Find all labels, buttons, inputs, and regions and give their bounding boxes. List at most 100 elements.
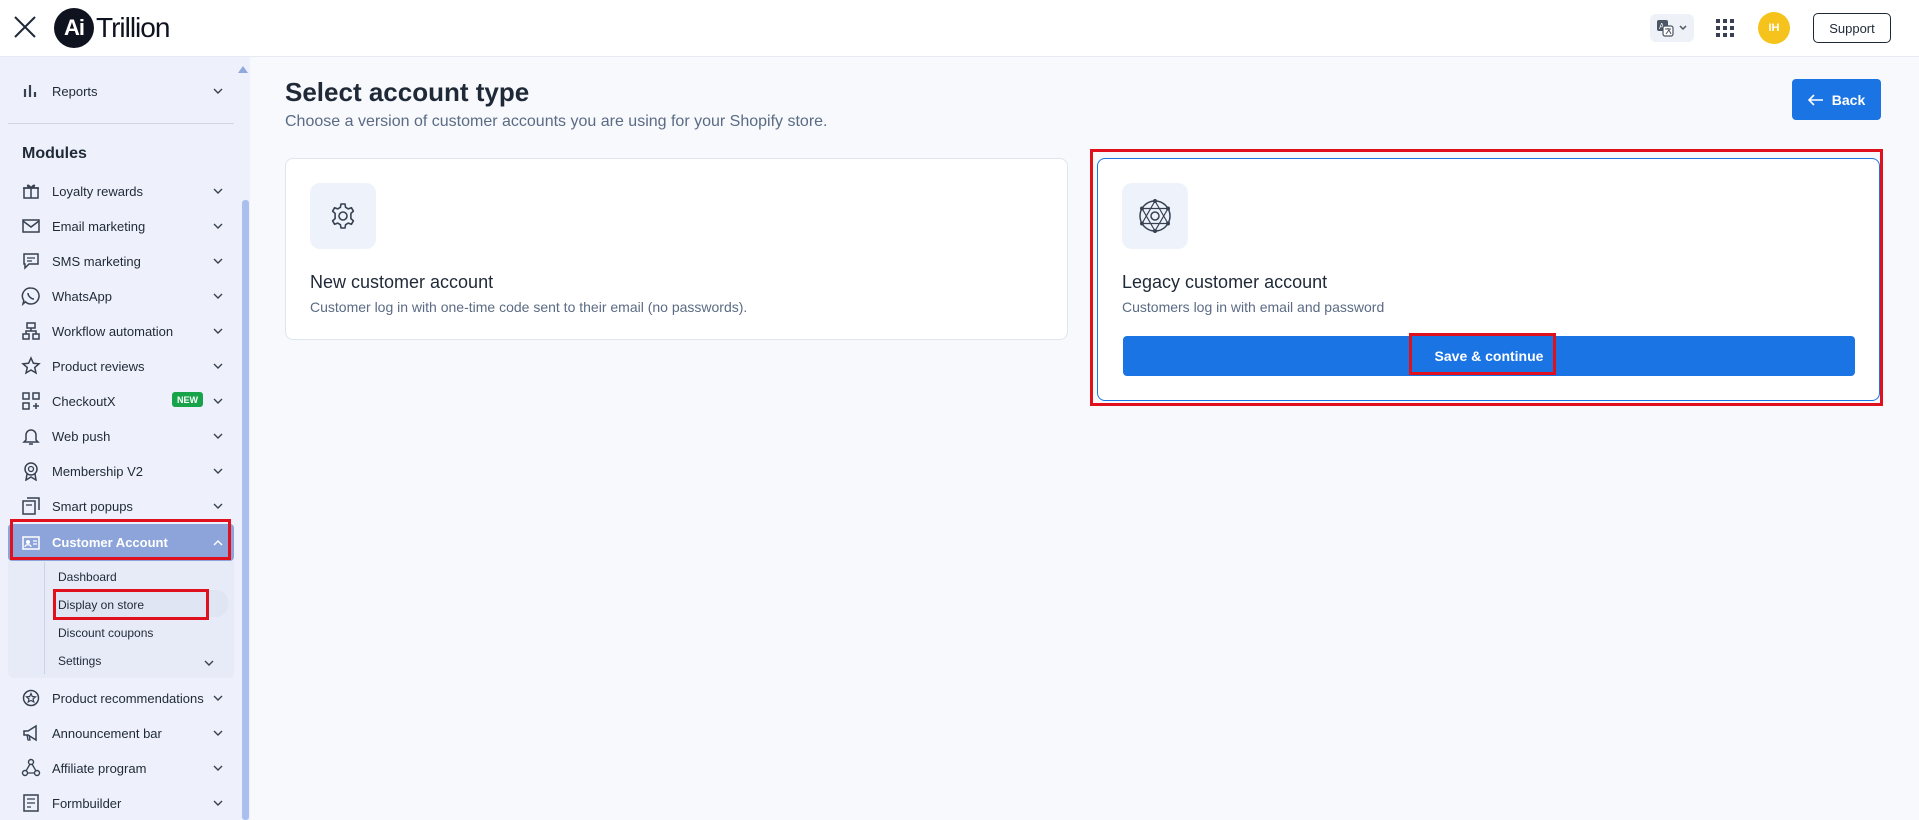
- logo-mark: Ai: [54, 8, 94, 48]
- sidebar-item-label: Web push: [52, 428, 111, 444]
- language-button[interactable]: A: [1650, 14, 1694, 42]
- sidebar-item-customer-account[interactable]: Customer Account: [8, 524, 234, 561]
- sidebar-item-label: Product reviews: [52, 358, 145, 374]
- card-title: Legacy customer account: [1122, 272, 1328, 292]
- app-logo[interactable]: Ai Trillion: [54, 8, 170, 48]
- sidebar-item-label: Email marketing: [52, 218, 146, 234]
- top-header: Ai Trillion A IH Support: [0, 0, 1919, 57]
- chevron-down-icon: [213, 468, 223, 474]
- sidebar-item-label: SMS marketing: [52, 253, 141, 269]
- submenu-item-discount-coupons[interactable]: Discount coupons: [58, 626, 153, 640]
- avatar[interactable]: IH: [1758, 12, 1790, 44]
- new-badge: NEW: [172, 392, 203, 407]
- apps-grid-icon[interactable]: [1714, 17, 1736, 39]
- sidebar-item-label: WhatsApp: [52, 288, 112, 304]
- megaphone-icon: [23, 724, 37, 742]
- sidebar-item-loyalty-rewards[interactable]: Loyalty rewards: [8, 174, 234, 208]
- sidebar-divider: [8, 123, 234, 124]
- medal-icon: [24, 462, 38, 481]
- sidebar-item-reports[interactable]: Reports: [8, 74, 234, 108]
- sidebar-item-formbuilder[interactable]: Formbuilder: [8, 786, 234, 820]
- bell-icon: [22, 429, 40, 445]
- submenu-item-dashboard[interactable]: Dashboard: [58, 570, 117, 584]
- badge-icon: [22, 689, 40, 707]
- sidebar-item-announcement-bar[interactable]: Announcement bar: [8, 716, 234, 750]
- chevron-down-icon: [213, 695, 223, 701]
- star-icon: [21, 356, 41, 375]
- sidebar-item-label: Formbuilder: [52, 795, 122, 811]
- sidebar-item-whatsapp[interactable]: WhatsApp: [8, 279, 234, 313]
- back-button[interactable]: Back: [1792, 79, 1881, 120]
- modules-heading: Modules: [22, 145, 87, 162]
- sidebar-item-sms-marketing[interactable]: SMS marketing: [8, 244, 234, 278]
- sidebar-item-email-marketing[interactable]: Email marketing: [8, 209, 234, 243]
- gift-icon: [23, 184, 39, 199]
- gear-icon: [331, 203, 355, 229]
- sidebar-item-label: Customer Account: [52, 535, 168, 550]
- chevron-down-icon: [213, 363, 223, 369]
- card-title: New customer account: [310, 272, 494, 292]
- sidebar-item-membership-v2[interactable]: Membership V2: [8, 454, 234, 488]
- chevron-down-icon: [213, 223, 223, 229]
- chevron-down-icon: [213, 88, 223, 94]
- sidebar-item-label: Workflow automation: [52, 323, 174, 339]
- workflow-icon: [22, 322, 40, 340]
- new-customer-account-card[interactable]: New customer account Customer log in wit…: [285, 158, 1068, 340]
- chevron-down-icon: [213, 328, 223, 334]
- chevron-down-icon: [213, 188, 223, 194]
- network-icon: [21, 758, 41, 777]
- chat-icon: [23, 253, 39, 270]
- back-button-label: Back: [1831, 91, 1866, 108]
- sidebar-item-label: CheckoutX: [52, 393, 116, 409]
- bar-chart-icon: [23, 85, 37, 97]
- sidebar-item-label: Announcement bar: [52, 725, 162, 741]
- submenu-item-settings[interactable]: Settings: [58, 654, 101, 668]
- sidebar-item-smart-popups[interactable]: Smart popups: [8, 489, 234, 523]
- chevron-down-icon: [1679, 25, 1687, 31]
- chevron-down-icon: [213, 800, 223, 806]
- arrow-left-icon: [1807, 93, 1823, 106]
- sidebar-item-label: Product recommendations: [52, 690, 204, 706]
- support-button[interactable]: Support: [1813, 13, 1891, 43]
- scroll-up-arrow-icon[interactable]: [238, 66, 248, 73]
- chevron-down-icon: [213, 765, 223, 771]
- customer-account-submenu: [8, 561, 234, 678]
- translate-icon: A: [1657, 20, 1674, 37]
- submenu-guide-line: [44, 562, 45, 674]
- card-description: Customers log in with email and password: [1122, 299, 1385, 315]
- chevron-down-icon[interactable]: [203, 657, 215, 669]
- sidebar-item-label: Smart popups: [52, 498, 133, 514]
- id-card-icon: [22, 535, 40, 550]
- network-globe-icon: [1139, 199, 1171, 233]
- card-icon-container: [310, 183, 376, 249]
- card-description: Customer log in with one-time code sent …: [310, 299, 748, 315]
- sidebar-item-web-push[interactable]: Web push: [8, 419, 234, 453]
- whatsapp-icon: [21, 287, 40, 306]
- card-icon-container: [1122, 183, 1188, 249]
- grid-plus-icon: [22, 392, 40, 410]
- sidebar-item-workflow-automation[interactable]: Workflow automation: [8, 314, 234, 348]
- chevron-down-icon: [213, 730, 223, 736]
- chevron-down-icon: [213, 433, 223, 439]
- chevron-down-icon: [213, 503, 223, 509]
- chevron-down-icon: [213, 258, 223, 264]
- sidebar-item-label: Loyalty rewards: [52, 183, 144, 199]
- page-subtitle: Choose a version of customer accounts yo…: [285, 113, 828, 130]
- popup-icon: [22, 497, 40, 515]
- sidebar-item-label: Affiliate program: [52, 760, 147, 776]
- save-and-continue-button[interactable]: Save & continue: [1123, 336, 1855, 376]
- sidebar-item-label: Membership V2: [52, 463, 144, 479]
- mail-icon: [22, 219, 40, 233]
- form-icon: [23, 794, 39, 812]
- close-icon[interactable]: [12, 14, 38, 40]
- sidebar-scrollbar-thumb[interactable]: [242, 200, 249, 820]
- chevron-down-icon: [213, 293, 223, 299]
- chevron-down-icon: [213, 398, 223, 404]
- chevron-up-icon: [213, 539, 223, 545]
- sidebar-item-product-recommendations[interactable]: Product recommendations: [8, 681, 234, 715]
- page-title: Select account type: [285, 77, 530, 107]
- sidebar-item-affiliate-program[interactable]: Affiliate program: [8, 751, 234, 785]
- sidebar-item-label: Reports: [52, 83, 98, 99]
- submenu-item-display-on-store[interactable]: Display on store: [58, 598, 144, 612]
- sidebar-item-product-reviews[interactable]: Product reviews: [8, 349, 234, 383]
